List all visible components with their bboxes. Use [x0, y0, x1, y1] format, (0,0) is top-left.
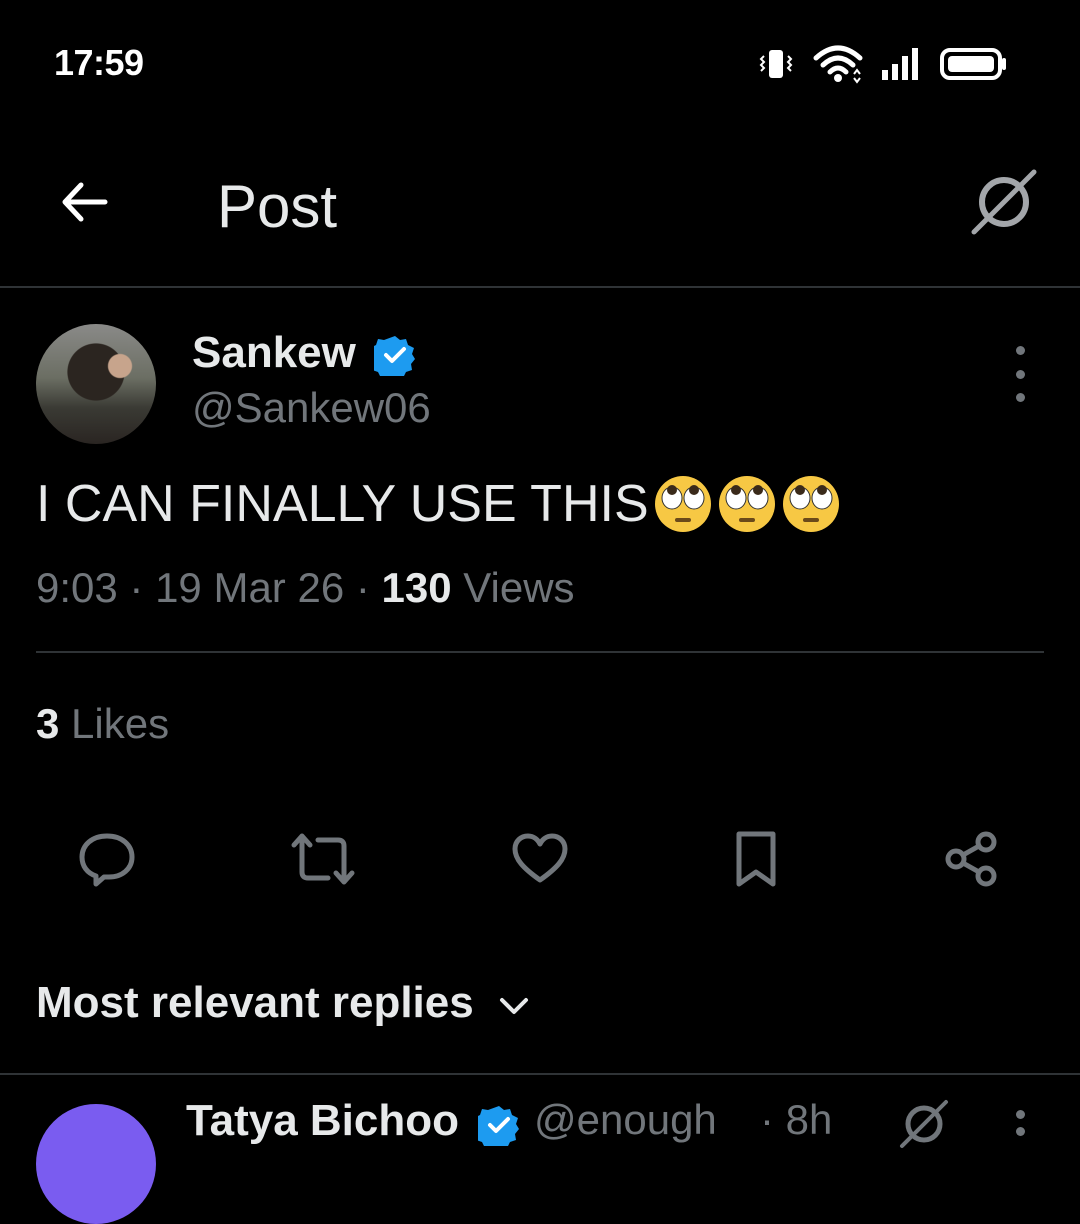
replies-sort-dropdown[interactable]: Most relevant replies — [36, 978, 530, 1028]
meta-divider — [36, 651, 1044, 653]
status-icons — [756, 44, 1008, 88]
likes-count: 3 — [36, 700, 60, 747]
views-count[interactable]: 130 — [382, 564, 452, 611]
more-dot-icon — [1015, 1110, 1025, 1119]
verified-badge-icon — [473, 1104, 520, 1149]
bookmark-icon — [725, 828, 787, 895]
like-button[interactable] — [505, 826, 575, 896]
more-dot-icon — [1015, 346, 1025, 355]
post-time: 9:03 — [36, 564, 118, 611]
likes-label: Likes — [71, 700, 170, 747]
grok-icon[interactable] — [896, 1096, 952, 1152]
share-icon — [940, 828, 1002, 895]
status-time: 17:59 — [54, 42, 144, 83]
rolling-eyes-emoji-icon — [781, 474, 841, 534]
more-dot-icon — [1015, 393, 1025, 402]
wifi-icon — [812, 44, 864, 89]
reply-author-name[interactable]: Tatya Bichoo — [186, 1096, 459, 1146]
author-avatar[interactable] — [36, 324, 156, 444]
author-handle[interactable]: @Sankew06 — [192, 384, 431, 432]
post-text: I CAN FINALLY USE THIS — [36, 474, 841, 534]
vibrate-icon — [756, 44, 796, 89]
more-options-button[interactable] — [1008, 346, 1032, 402]
reply-avatar[interactable] — [36, 1104, 156, 1224]
heart-icon — [509, 828, 571, 895]
chevron-down-icon — [498, 978, 530, 1028]
likes-summary[interactable]: 3 Likes — [36, 700, 169, 748]
share-button[interactable] — [936, 826, 1006, 896]
repost-button[interactable] — [288, 826, 358, 896]
meta-separator: · — [129, 564, 156, 611]
header-divider — [0, 286, 1080, 288]
replies-sort-label: Most relevant replies — [36, 978, 474, 1027]
grok-button[interactable] — [968, 168, 1040, 240]
back-button[interactable] — [52, 172, 116, 236]
reply-more-options-button[interactable] — [1010, 1110, 1030, 1140]
repost-icon — [288, 828, 358, 895]
reply-author-handle[interactable]: @enough — [534, 1096, 717, 1144]
bookmark-button[interactable] — [721, 826, 791, 896]
replies-divider — [0, 1073, 1080, 1075]
rolling-eyes-emoji-icon — [653, 474, 713, 534]
more-dot-icon — [1015, 369, 1025, 379]
views-label[interactable]: Views — [463, 564, 574, 611]
reply-icon — [76, 828, 138, 895]
more-dot-icon — [1015, 1127, 1025, 1136]
signal-icon — [880, 44, 924, 89]
reply-button[interactable] — [72, 826, 142, 896]
grok-icon — [968, 166, 1040, 243]
post-meta: 9:03 · 19 Mar 26 · 130 Views — [36, 564, 575, 612]
author-name[interactable]: Sankew — [192, 328, 356, 378]
reply-time: · 8h — [760, 1096, 833, 1143]
arrow-left-icon — [57, 175, 111, 234]
page-title: Post — [217, 173, 338, 240]
verified-badge-icon — [369, 334, 416, 379]
rolling-eyes-emoji-icon — [717, 474, 777, 534]
meta-separator: · — [355, 564, 382, 611]
post-text-content: I CAN FINALLY USE THIS — [36, 475, 649, 533]
battery-icon — [940, 44, 1008, 89]
post-date: 19 Mar 26 — [155, 564, 345, 611]
